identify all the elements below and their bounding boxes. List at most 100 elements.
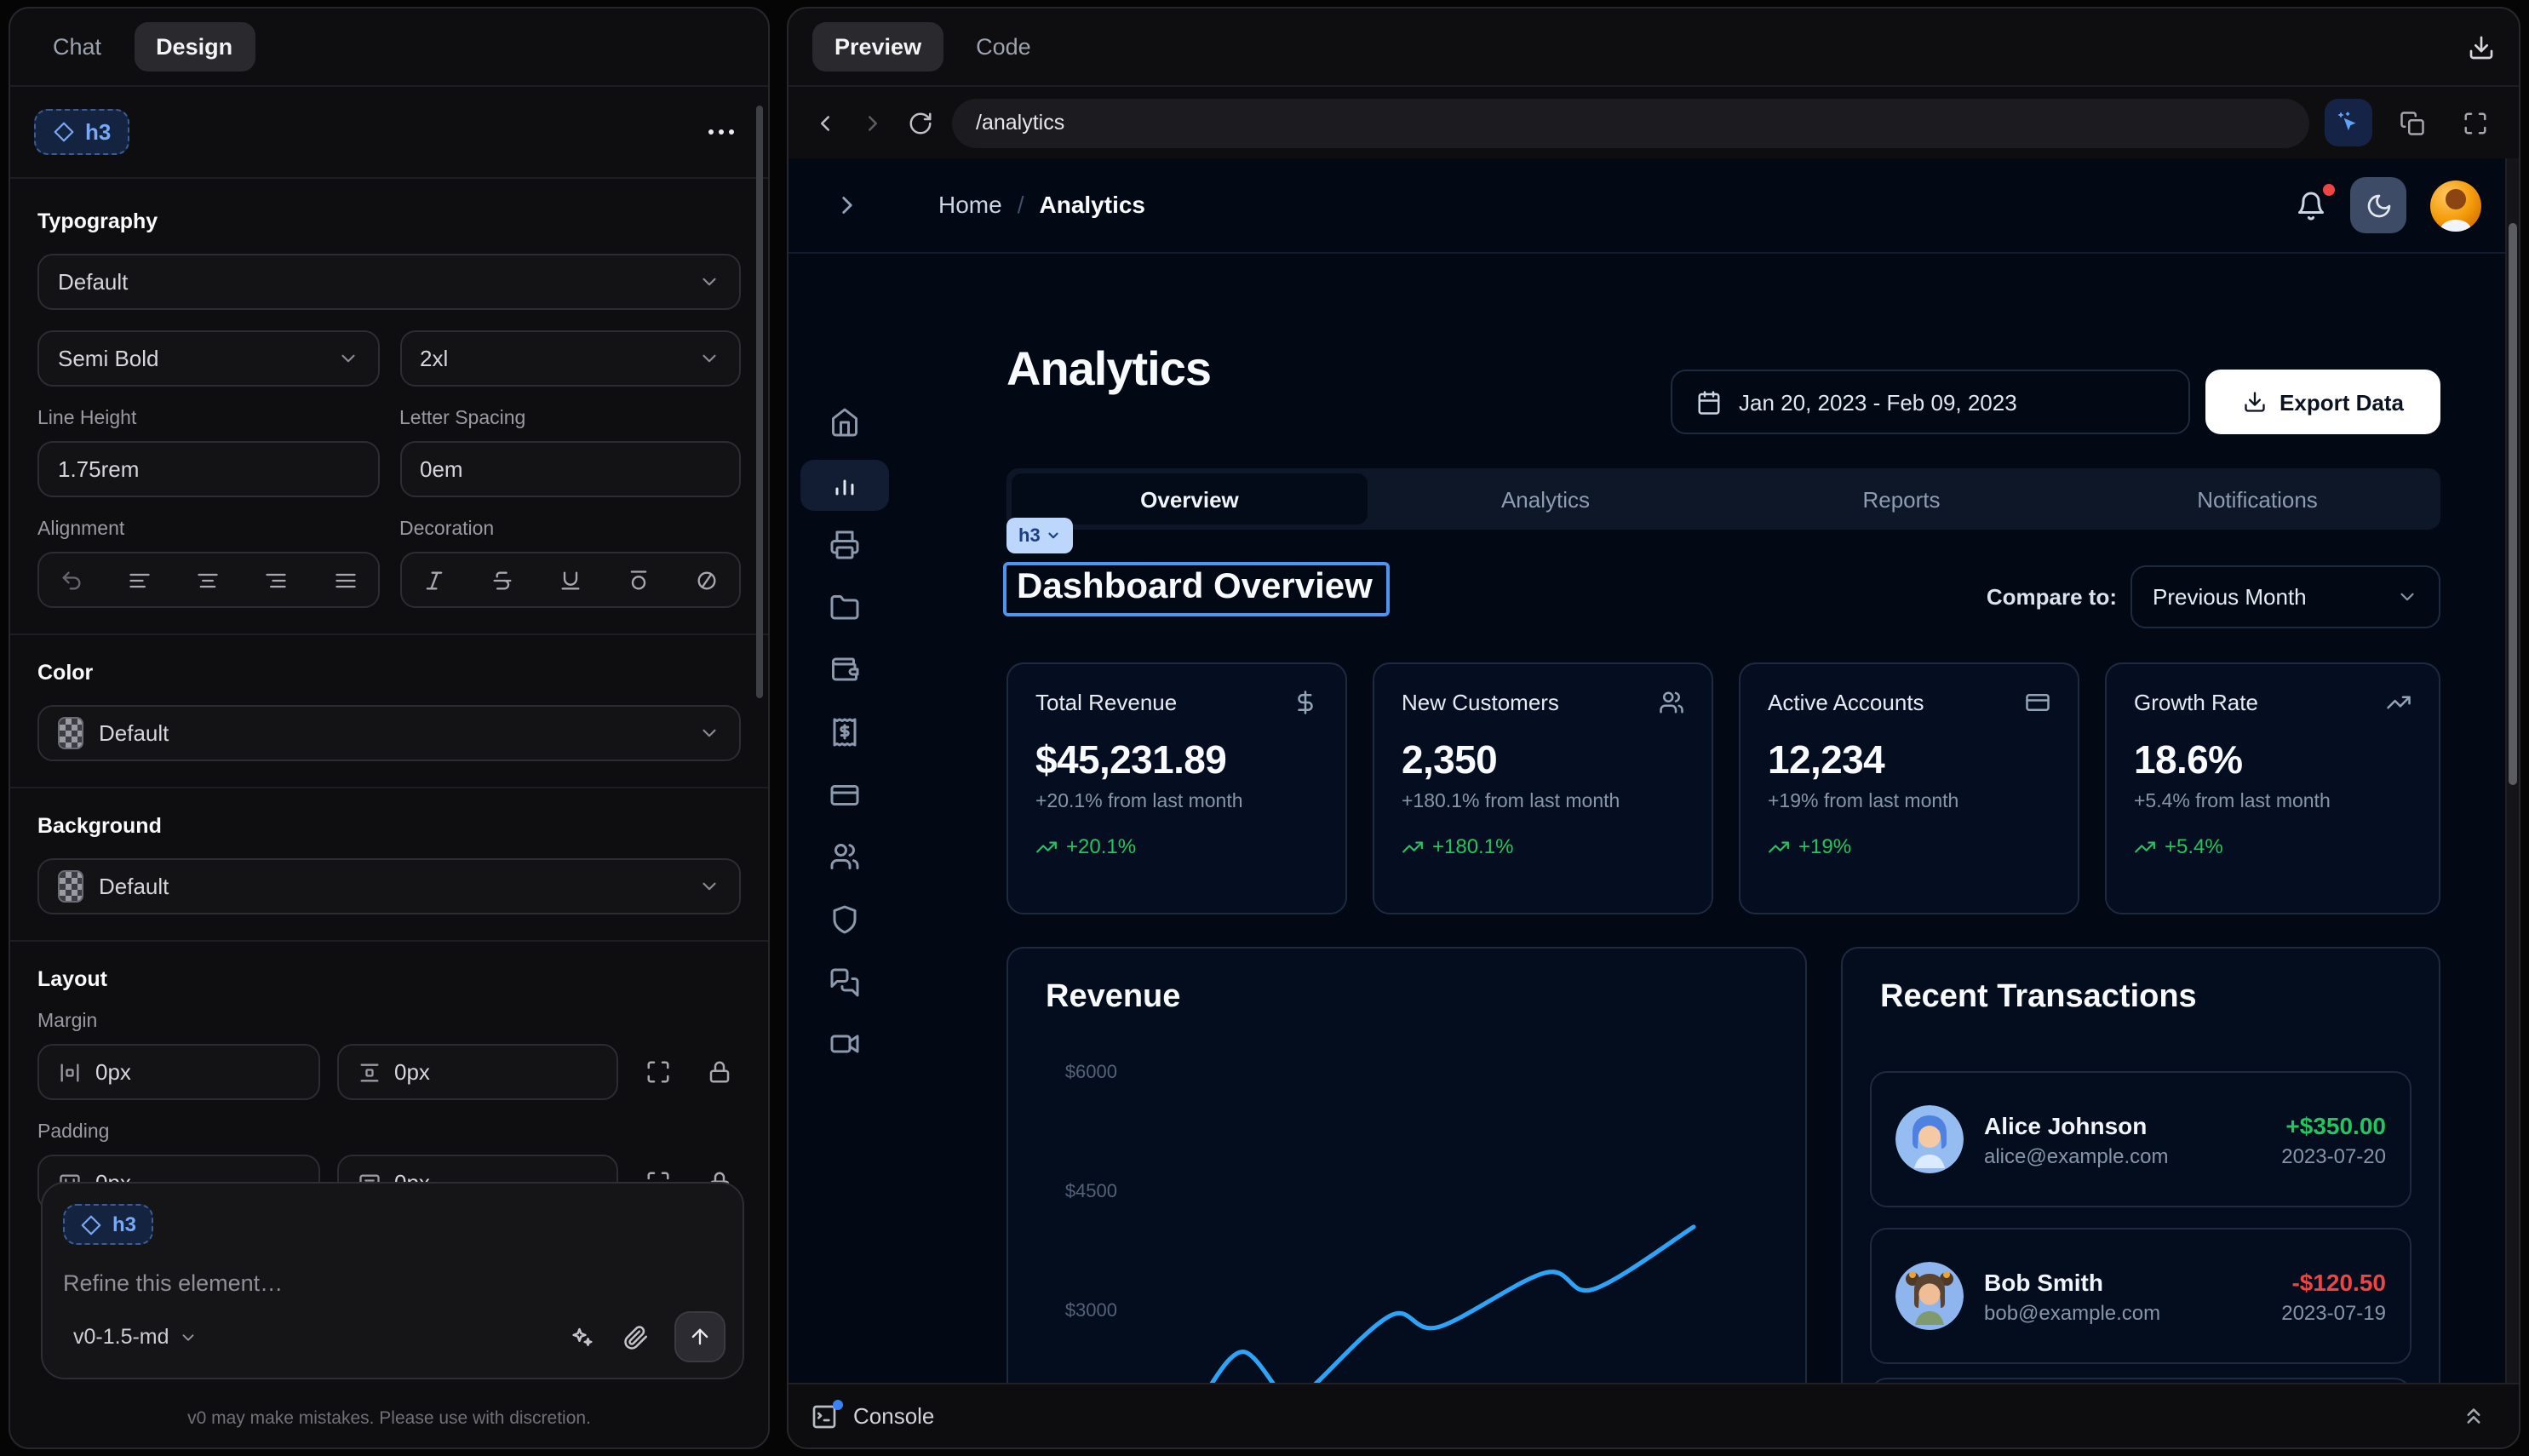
- bar-chart-icon[interactable]: [829, 468, 860, 499]
- submit-button[interactable]: [674, 1311, 725, 1362]
- refine-input[interactable]: Refine this element…: [63, 1270, 722, 1296]
- tab-reports[interactable]: Reports: [1723, 473, 2079, 525]
- background-color-select[interactable]: Default: [37, 858, 741, 914]
- download-icon: [2468, 33, 2495, 60]
- theme-toggle[interactable]: [2350, 177, 2406, 233]
- stat-card-active-accounts: Active Accounts 12,234 +19% from last mo…: [1739, 662, 2079, 914]
- refresh-button[interactable]: [904, 106, 937, 139]
- selected-heading[interactable]: Dashboard Overview: [1003, 562, 1390, 616]
- color-swatch: [58, 870, 83, 903]
- element-tag-label: h3: [1018, 525, 1041, 546]
- align-left-icon[interactable]: [124, 565, 155, 595]
- chevron-down-icon: [698, 875, 720, 897]
- italic-icon[interactable]: [418, 565, 449, 595]
- margin-expand-button[interactable]: [635, 1059, 680, 1085]
- tab-chat[interactable]: Chat: [31, 22, 123, 72]
- credit-card-icon[interactable]: [829, 780, 860, 811]
- date-range-picker[interactable]: Jan 20, 2023 - Feb 09, 2023: [1671, 370, 2190, 434]
- compare-select[interactable]: Previous Month: [2130, 565, 2440, 628]
- font-weight-select[interactable]: Semi Bold: [37, 330, 379, 387]
- transaction-row-clipped: [1870, 1378, 2411, 1383]
- refine-element-tag: h3: [112, 1212, 136, 1236]
- align-center-icon[interactable]: [193, 565, 224, 595]
- margin-x-input[interactable]: 0px: [37, 1044, 319, 1100]
- tab-analytics[interactable]: Analytics: [1368, 473, 1723, 525]
- model-select[interactable]: v0-1.5-md: [63, 1323, 209, 1350]
- overline-icon[interactable]: [623, 565, 654, 595]
- home-icon[interactable]: [829, 407, 860, 438]
- forward-button[interactable]: [857, 106, 889, 139]
- messages-icon[interactable]: [829, 967, 860, 998]
- underline-icon[interactable]: [555, 565, 586, 595]
- select-element-tool[interactable]: [2325, 99, 2372, 146]
- app-icon-rail: [789, 254, 901, 1383]
- fullscreen-button[interactable]: [2451, 99, 2498, 146]
- export-data-button[interactable]: Export Data: [2205, 370, 2440, 434]
- stat-card-new-customers: New Customers 2,350 +180.1% from last mo…: [1373, 662, 1713, 914]
- breadcrumb-home[interactable]: Home: [938, 191, 1002, 218]
- date-range-value: Jan 20, 2023 - Feb 09, 2023: [1739, 389, 2017, 415]
- receipt-icon[interactable]: [829, 717, 860, 748]
- font-family-value: Default: [58, 269, 128, 295]
- margin-y-input[interactable]: 0px: [336, 1044, 618, 1100]
- selected-element-badge[interactable]: h3: [34, 109, 129, 155]
- stat-subtext: +19% from last month: [1768, 792, 2050, 812]
- undo-icon[interactable]: [56, 565, 87, 595]
- topbar-actions: [2296, 177, 2481, 233]
- url-input[interactable]: /analytics: [952, 98, 2309, 147]
- transaction-row[interactable]: Alice Johnson alice@example.com +$350.00…: [1870, 1071, 2411, 1207]
- stat-subtext: +20.1% from last month: [1035, 792, 1318, 812]
- copy-button[interactable]: [2388, 99, 2435, 146]
- transaction-row[interactable]: Bob Smith bob@example.com -$120.50 2023-…: [1870, 1228, 2411, 1364]
- element-tag-pill[interactable]: h3: [1006, 518, 1073, 553]
- tab-overview[interactable]: Overview: [1012, 473, 1368, 525]
- attach-file-button[interactable]: [620, 1321, 652, 1353]
- tab-notifications[interactable]: Notifications: [2079, 473, 2435, 525]
- browser-toolbar: /analytics: [789, 87, 2519, 158]
- font-family-select[interactable]: Default: [37, 254, 741, 310]
- user-avatar[interactable]: [2430, 180, 2481, 231]
- tab-code[interactable]: Code: [954, 22, 1053, 72]
- sidebar-scrollbar[interactable]: [756, 106, 763, 698]
- chevron-down-icon: [698, 271, 720, 293]
- video-icon[interactable]: [829, 1029, 860, 1059]
- font-size-select[interactable]: 2xl: [399, 330, 741, 387]
- decoration-label: Decoration: [399, 519, 741, 540]
- back-button[interactable]: [809, 106, 841, 139]
- margin-y-icon: [357, 1060, 381, 1084]
- strikethrough-icon[interactable]: [486, 565, 517, 595]
- line-height-input[interactable]: 1.75rem: [37, 441, 379, 497]
- stat-trend: +19%: [1798, 834, 1851, 858]
- notification-dot: [2323, 183, 2335, 195]
- wallet-icon[interactable]: [829, 654, 860, 685]
- stat-title: Active Accounts: [1768, 690, 1924, 715]
- letter-spacing-input[interactable]: 0em: [399, 441, 741, 497]
- folder-icon[interactable]: [829, 593, 860, 623]
- compare-label: Compare to:: [1878, 584, 2117, 610]
- refine-element-badge[interactable]: h3: [63, 1204, 153, 1245]
- chevrons-up-icon: [2461, 1403, 2486, 1429]
- scrollbar-thumb[interactable]: [2509, 223, 2517, 785]
- no-decoration-icon[interactable]: [691, 565, 722, 595]
- align-right-icon[interactable]: [261, 565, 292, 595]
- sidebar-toggle[interactable]: [833, 191, 862, 220]
- download-button[interactable]: [2468, 33, 2495, 60]
- notifications-button[interactable]: [2296, 190, 2326, 221]
- more-options-button[interactable]: [698, 119, 744, 145]
- decoration-group: [399, 552, 741, 608]
- users-icon[interactable]: [829, 841, 860, 872]
- preview-tabbar: Preview Code: [789, 9, 2519, 87]
- tab-design[interactable]: Design: [134, 22, 255, 72]
- preview-scrollbar[interactable]: [2505, 158, 2519, 1383]
- console-expand-button[interactable]: [2451, 1402, 2497, 1430]
- align-justify-icon[interactable]: [330, 565, 360, 595]
- text-color-select[interactable]: Default: [37, 705, 741, 761]
- stat-title: Total Revenue: [1035, 690, 1177, 715]
- enhance-prompt-button[interactable]: [565, 1321, 598, 1353]
- tab-preview[interactable]: Preview: [812, 22, 943, 72]
- printer-icon[interactable]: [829, 530, 860, 560]
- compare-value: Previous Month: [2153, 584, 2307, 610]
- console-bar[interactable]: Console: [789, 1383, 2519, 1447]
- margin-lock-button[interactable]: [697, 1059, 741, 1085]
- shield-icon[interactable]: [829, 904, 860, 935]
